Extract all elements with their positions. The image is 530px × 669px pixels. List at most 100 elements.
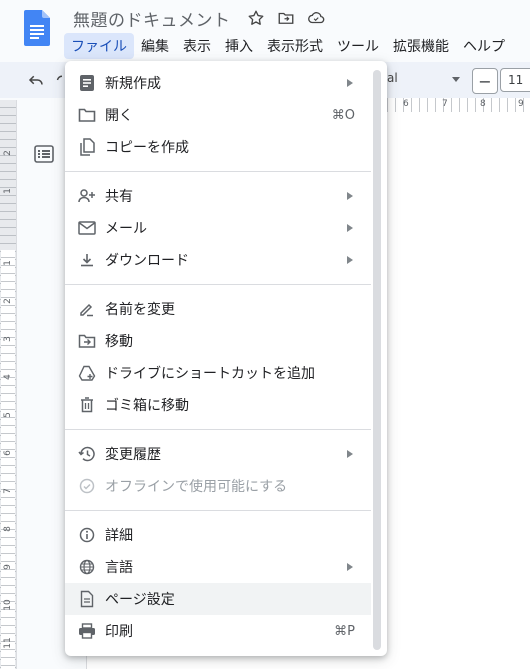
menu-item-make-offline: オフラインで使用可能にする	[65, 470, 371, 502]
submenu-arrow-icon	[347, 79, 353, 87]
menu-divider	[65, 171, 371, 172]
menu-format[interactable]: 表示形式	[260, 33, 330, 59]
star-icon[interactable]	[245, 7, 267, 29]
ruler-label: 6	[3, 450, 13, 456]
menu-item-version-history[interactable]: 変更履歴	[65, 438, 371, 470]
cloud-status-icon[interactable]	[305, 7, 327, 29]
menu-item-label: ゴミ箱に移動	[105, 398, 189, 414]
menu-item-add-shortcut[interactable]: ドライブにショートカットを追加	[65, 357, 371, 389]
globe-icon	[77, 557, 97, 577]
document-outline-icon[interactable]	[34, 145, 54, 163]
menu-item-label: 移動	[105, 334, 133, 350]
ruler-label: 1	[3, 260, 13, 266]
ruler-label: 9	[3, 564, 13, 570]
font-name-field[interactable]: al	[387, 71, 398, 85]
submenu-arrow-icon	[347, 256, 353, 264]
docs-logo-icon[interactable]	[24, 10, 50, 46]
title-row: 無題のドキュメント	[73, 5, 327, 31]
menu-item-print[interactable]: 印刷 ⌘P	[65, 615, 371, 647]
menu-item-label: 言語	[105, 560, 133, 576]
drive-shortcut-icon	[77, 363, 97, 383]
menu-divider	[65, 284, 371, 285]
menu-item-label: ダウンロード	[105, 253, 189, 269]
shortcut-label: ⌘O	[331, 107, 355, 123]
ruler-label: 1	[3, 188, 13, 194]
submenu-arrow-icon	[347, 192, 353, 200]
menubar: ファイル 編集 表示 挿入 表示形式 ツール 拡張機能 ヘルプ	[64, 33, 512, 59]
menu-item-label: ドライブにショートカットを追加	[105, 366, 315, 382]
menu-item-move[interactable]: 移動	[65, 325, 371, 357]
mail-icon	[77, 218, 97, 238]
ruler-label: 8	[3, 526, 13, 532]
menu-item-label: ページ設定	[105, 592, 175, 608]
menu-help[interactable]: ヘルプ	[456, 33, 512, 59]
history-icon	[77, 444, 97, 464]
info-icon	[77, 525, 97, 545]
menu-item-label: 印刷	[105, 624, 133, 640]
font-dropdown-arrow-icon[interactable]	[452, 77, 460, 82]
ruler-label: 5	[3, 412, 13, 418]
ruler-label: 9	[518, 99, 524, 109]
menu-divider	[65, 429, 371, 430]
menu-edit[interactable]: 編集	[134, 33, 176, 59]
ruler-label: 4	[3, 374, 13, 380]
menu-item-label: 詳細	[105, 528, 133, 544]
menu-insert[interactable]: 挿入	[218, 33, 260, 59]
offline-icon	[77, 476, 97, 496]
menu-item-label: 新規作成	[105, 76, 161, 92]
menu-item-label: 開く	[105, 108, 133, 124]
move-to-folder-icon[interactable]	[275, 7, 297, 29]
ruler-label: 10	[3, 599, 13, 611]
menu-item-make-copy[interactable]: コピーを作成	[65, 131, 371, 163]
menu-item-new[interactable]: 新規作成	[65, 67, 371, 99]
menu-item-label: コピーを作成	[105, 140, 189, 156]
document-icon	[77, 73, 97, 93]
undo-icon[interactable]	[26, 70, 46, 90]
ruler-label: 3	[3, 336, 13, 342]
menu-view[interactable]: 表示	[176, 33, 218, 59]
menu-file[interactable]: ファイル	[64, 33, 134, 59]
menu-item-download[interactable]: ダウンロード	[65, 244, 371, 276]
menu-item-label: メール	[105, 221, 147, 237]
menu-item-rename[interactable]: 名前を変更	[65, 293, 371, 325]
rename-icon	[77, 299, 97, 319]
submenu-arrow-icon	[347, 450, 353, 458]
menu-item-details[interactable]: 詳細	[65, 519, 371, 551]
ruler-label: 7	[3, 488, 13, 494]
menu-item-page-setup[interactable]: ページ設定	[65, 583, 371, 615]
file-menu-dropdown: 新規作成 開く ⌘O コピーを作成 共有 メール ダウンロード 名前を変更 移動…	[65, 61, 387, 656]
decrease-font-size-button[interactable]: −	[472, 68, 498, 94]
menu-tools[interactable]: ツール	[330, 33, 386, 59]
trash-icon	[77, 395, 97, 415]
menu-divider	[65, 510, 371, 511]
menu-item-share[interactable]: 共有	[65, 180, 371, 212]
ruler-label: 2	[3, 298, 13, 304]
page-setup-icon	[77, 589, 97, 609]
submenu-arrow-icon	[347, 563, 353, 571]
ruler-label: 11	[3, 637, 13, 649]
copy-icon	[77, 137, 97, 157]
folder-icon	[77, 105, 97, 125]
menu-item-language[interactable]: 言語	[65, 551, 371, 583]
menu-scrollbar[interactable]	[373, 70, 381, 650]
ruler-label: 6	[403, 99, 409, 109]
ruler-label: 7	[442, 99, 448, 109]
menu-item-trash[interactable]: ゴミ箱に移動	[65, 389, 371, 421]
download-icon	[77, 250, 97, 270]
ruler-label: 2	[3, 150, 13, 156]
menu-item-label: 変更履歴	[105, 447, 161, 463]
person-add-icon	[77, 186, 97, 206]
menu-item-open[interactable]: 開く ⌘O	[65, 99, 371, 131]
menu-item-email[interactable]: メール	[65, 212, 371, 244]
shortcut-label: ⌘P	[334, 623, 355, 639]
document-title[interactable]: 無題のドキュメント	[73, 6, 231, 31]
menu-item-label: オフラインで使用可能にする	[105, 479, 288, 495]
ruler-label: 8	[480, 99, 486, 109]
submenu-arrow-icon	[347, 224, 353, 232]
menu-item-label: 共有	[105, 189, 133, 205]
move-to-folder-icon	[77, 331, 97, 351]
menu-item-label: 名前を変更	[105, 302, 175, 318]
font-size-field[interactable]: 11	[500, 68, 530, 92]
menu-extensions[interactable]: 拡張機能	[386, 33, 456, 59]
print-icon	[77, 621, 97, 641]
